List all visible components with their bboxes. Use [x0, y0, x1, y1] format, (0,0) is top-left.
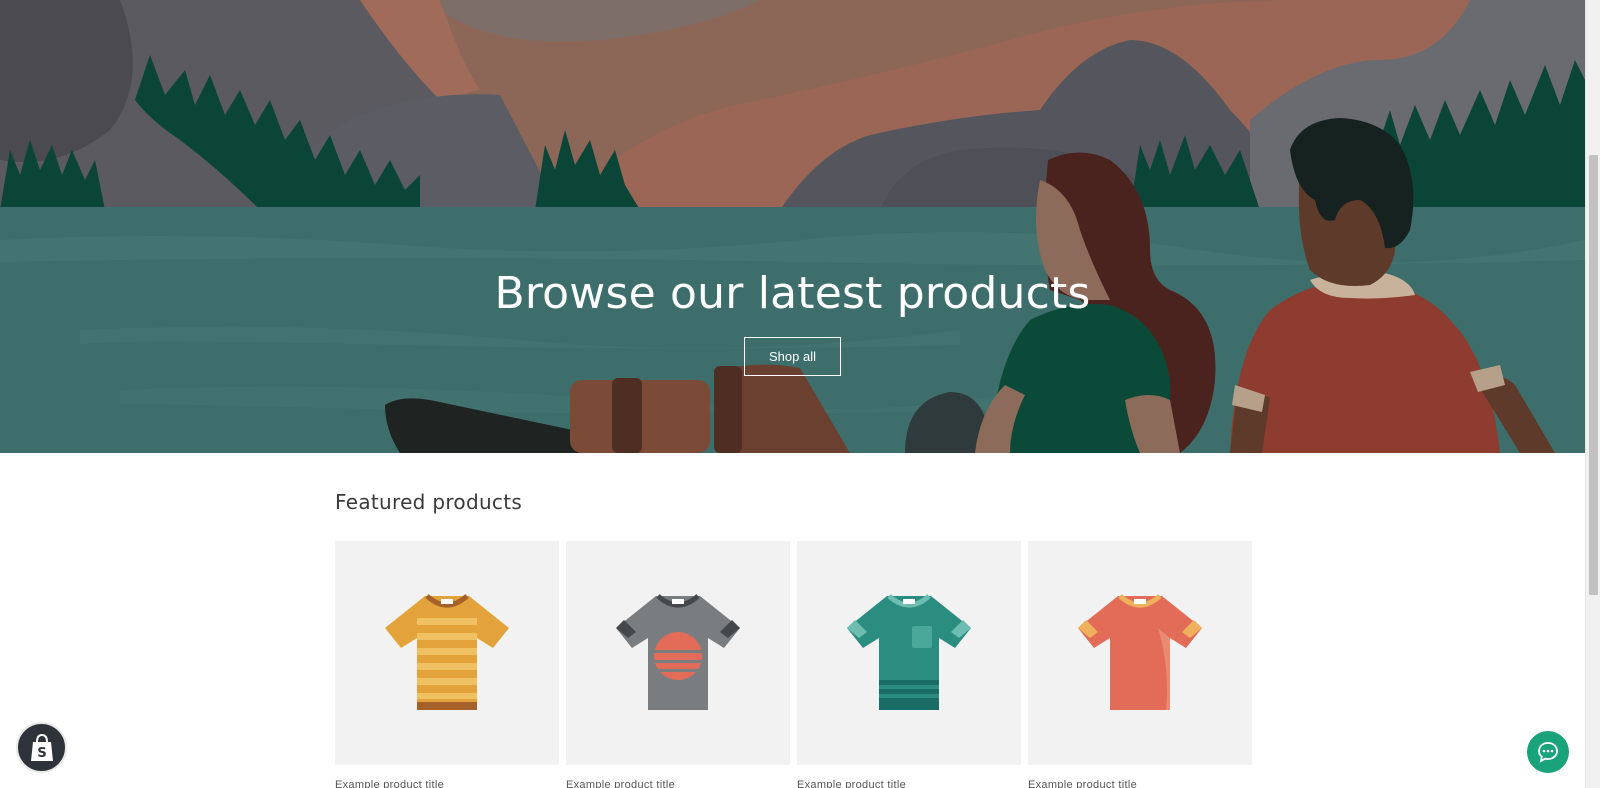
product-image[interactable]	[335, 541, 559, 765]
scrollbar-thumb[interactable]	[1589, 155, 1598, 595]
orange-striped-tshirt-icon	[385, 594, 509, 710]
page-viewport: Browse our latest products Shop all Feat…	[0, 0, 1585, 788]
product-title[interactable]: Example product title	[335, 779, 559, 788]
hero-content: Browse our latest products Shop all	[0, 268, 1585, 376]
shopify-bag-icon: S	[30, 733, 53, 761]
page-scrollbar[interactable]	[1585, 0, 1600, 788]
shop-all-button[interactable]: Shop all	[744, 337, 841, 376]
featured-products-section: Featured products Example product title …	[335, 490, 1255, 788]
product-card[interactable]: Example product title	[335, 541, 559, 788]
product-grid: Example product title Example product ti…	[335, 541, 1252, 788]
product-title[interactable]: Example product title	[566, 779, 790, 788]
product-card[interactable]: Example product title	[566, 541, 790, 788]
coral-tshirt-icon	[1078, 594, 1202, 710]
product-title[interactable]: Example product title	[1028, 779, 1252, 788]
hero-banner: Browse our latest products Shop all	[0, 0, 1585, 453]
product-image[interactable]	[1028, 541, 1252, 765]
gray-sunset-tshirt-icon	[616, 594, 740, 710]
svg-text:S: S	[37, 746, 46, 761]
product-image[interactable]	[797, 541, 1021, 765]
product-card[interactable]: Example product title	[797, 541, 1021, 788]
shopify-badge-button[interactable]: S	[16, 722, 67, 773]
hero-title: Browse our latest products	[494, 268, 1091, 319]
product-card[interactable]: Example product title	[1028, 541, 1252, 788]
featured-products-heading: Featured products	[335, 490, 523, 514]
chat-bubble-icon	[1538, 742, 1558, 763]
hero-illustration	[0, 0, 1585, 453]
chat-button[interactable]	[1527, 731, 1569, 773]
teal-pocket-tshirt-icon	[847, 594, 971, 710]
product-image[interactable]	[566, 541, 790, 765]
product-title[interactable]: Example product title	[797, 779, 1021, 788]
